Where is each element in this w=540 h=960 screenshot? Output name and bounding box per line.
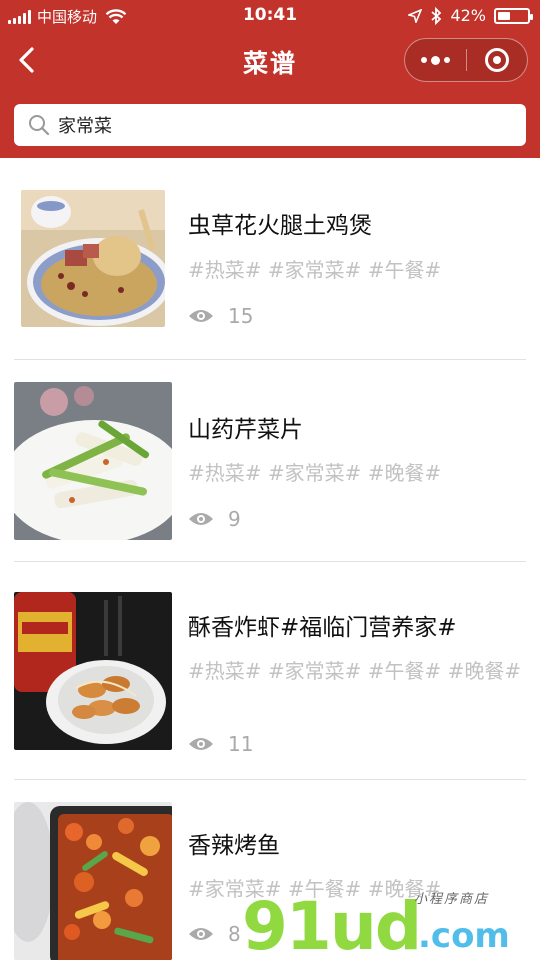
recipe-title: 虫草花火腿土鸡煲 (188, 213, 372, 239)
search-input[interactable] (58, 114, 498, 136)
recipe-item[interactable]: 山药芹菜片 #热菜# #家常菜# #晚餐# 9 (14, 360, 526, 562)
recipe-views: 9 (188, 507, 241, 531)
recipe-title: 酥香炸虾#福临门营养家# (188, 615, 457, 641)
eye-icon (189, 738, 213, 750)
location-arrow-icon (408, 8, 423, 23)
recipe-views: 8 (188, 922, 241, 946)
eye-icon (189, 513, 213, 525)
recipe-tags: #热菜# #家常菜# #午餐# (188, 258, 442, 282)
recipe-tags: #热菜# #家常菜# #晚餐# (188, 461, 442, 485)
recipe-views: 11 (188, 732, 253, 756)
recipe-image-fried-shrimp-plate (14, 592, 172, 750)
close-miniprogram-button[interactable] (467, 39, 528, 81)
recipe-item[interactable]: 香辣烤鱼 #家常菜# #午餐# #晚餐# 8 (14, 780, 526, 960)
status-right: 42% (408, 6, 533, 25)
views-count: 11 (228, 732, 254, 756)
recipe-image-chicken-soup-pot (21, 190, 165, 327)
views-count: 15 (228, 304, 254, 328)
recipe-title: 山药芹菜片 (188, 417, 303, 443)
recipe-item[interactable]: 虫草花火腿土鸡煲 #热菜# #家常菜# #午餐# 15 (14, 158, 526, 360)
recipe-views: 15 (188, 304, 253, 328)
nav-bar: 菜谱 (0, 32, 540, 92)
search-bar[interactable] (14, 104, 526, 146)
bluetooth-icon (431, 6, 442, 25)
eye-icon (189, 310, 213, 322)
battery-icon (494, 7, 533, 24)
recipe-item[interactable]: 酥香炸虾#福临门营养家# #热菜# #家常菜# #午餐# #晚餐# 11 (14, 562, 526, 780)
more-menu-button[interactable] (405, 39, 466, 81)
battery-fill (498, 11, 510, 20)
battery-percent: 42% (450, 6, 486, 25)
more-dots-icon (420, 55, 450, 65)
views-count: 8 (228, 922, 241, 946)
target-circle-icon (484, 48, 509, 72)
recipe-image-grilled-fish-tray (14, 802, 172, 960)
search-icon (29, 115, 50, 136)
eye-icon (189, 928, 213, 940)
miniprogram-capsule (404, 38, 528, 82)
status-bar: 中国移动 10:41 42% (0, 0, 540, 32)
views-count: 9 (228, 507, 241, 531)
recipe-image-yam-celery-plate (14, 382, 172, 540)
recipe-title: 香辣烤鱼 (188, 833, 280, 859)
recipe-tags: #热菜# #家常菜# #午餐# #晚餐# (188, 659, 522, 683)
app-header: 中国移动 10:41 42% 菜谱 (0, 0, 540, 158)
recipe-tags: #家常菜# #午餐# #晚餐# (188, 877, 442, 901)
